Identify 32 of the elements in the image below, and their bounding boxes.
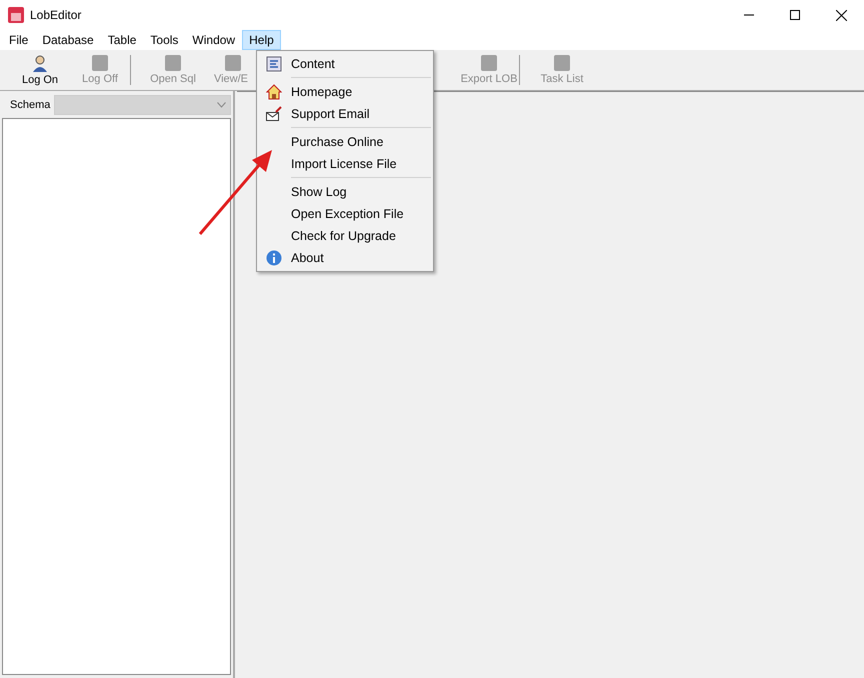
- menu-item[interactable]: Database: [35, 30, 101, 50]
- toolbar-icon: [225, 55, 241, 71]
- menu-entry[interactable]: Purchase Online: [257, 131, 433, 153]
- menu-entry[interactable]: Check for Upgrade: [257, 225, 433, 247]
- envelope-icon: [266, 106, 282, 122]
- schema-label: Schema: [9, 99, 50, 111]
- menu-entry[interactable]: Import License File: [257, 153, 433, 175]
- menu-entry[interactable]: Show Log: [257, 181, 433, 203]
- maximize-icon[interactable]: [790, 10, 800, 20]
- menu-entry[interactable]: Open Exception File: [257, 203, 433, 225]
- toolbar-icon: [481, 55, 497, 71]
- menu-item[interactable]: Help: [242, 30, 281, 50]
- toolbar-button[interactable]: Log On: [22, 74, 58, 86]
- menu-item[interactable]: Tools: [143, 30, 186, 50]
- app-icon: [8, 7, 24, 23]
- menu-item[interactable]: Table: [100, 30, 144, 50]
- toolbar-icon: [165, 55, 181, 71]
- menu-entry[interactable]: About: [257, 247, 433, 269]
- menu-item[interactable]: File: [2, 30, 36, 50]
- chevron-icon: [217, 102, 226, 108]
- house-icon: [266, 84, 282, 100]
- menu-entry[interactable]: Content: [257, 53, 433, 75]
- info-icon: [266, 250, 282, 266]
- toolbar-icon: [92, 55, 108, 71]
- window-title: LobEditor: [30, 8, 82, 22]
- user-icon: [32, 54, 48, 72]
- toolbar-icon: [554, 55, 570, 71]
- document-icon: [266, 56, 282, 72]
- close-icon[interactable]: [836, 10, 847, 20]
- menu-item[interactable]: Window: [185, 30, 242, 50]
- menu-entry[interactable]: Support Email: [257, 103, 433, 125]
- menu-entry[interactable]: Homepage: [257, 81, 433, 103]
